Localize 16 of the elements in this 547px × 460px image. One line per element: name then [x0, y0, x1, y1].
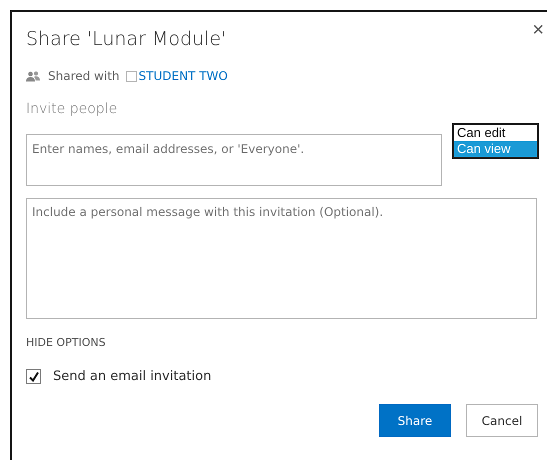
checkbox[interactable]	[26, 369, 41, 384]
people-icon	[26, 70, 40, 82]
cancel-button[interactable]: Cancel	[466, 404, 538, 437]
message-field[interactable]: Include a personal message with this invitation (Optional).	[26, 198, 537, 319]
invite-label: Invite people	[26, 101, 118, 119]
invite-field[interactable]: Enter names, email addresses, or 'Everyone'.	[26, 134, 442, 186]
person-link[interactable]: STUDENT TWO	[138, 69, 228, 83]
share-button[interactable]: Share	[379, 404, 451, 437]
dialog-title: Share 'Lunar Module'	[26, 28, 228, 50]
permission-option[interactable]: Can edit	[454, 125, 537, 141]
email-invitation-label: Send an email invitation	[53, 369, 212, 384]
shared-with-label: Shared with	[48, 69, 120, 83]
permission-list[interactable]: Can edit Can view	[452, 123, 539, 159]
checkbox[interactable]	[126, 70, 137, 82]
hide-options-link[interactable]: HIDE OPTIONS	[26, 336, 106, 349]
close-button[interactable]: ×	[532, 20, 544, 40]
